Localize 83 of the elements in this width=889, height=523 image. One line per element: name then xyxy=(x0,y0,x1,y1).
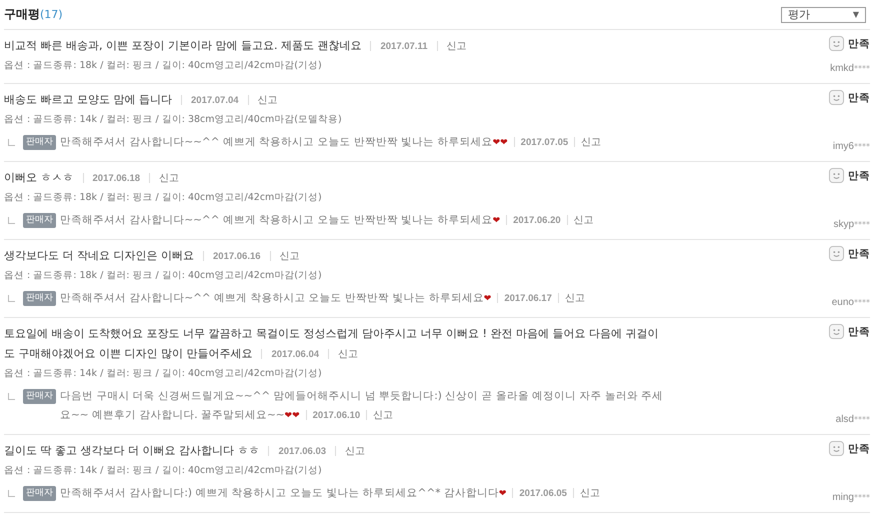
smiley-icon xyxy=(829,441,844,456)
report-link[interactable]: 신고 xyxy=(345,446,366,457)
report-link[interactable]: 신고 xyxy=(564,293,585,304)
review-text: 생각보다도 더 작네요 디자인은 이뻐요 xyxy=(4,249,194,262)
seller-badge: 판매자 xyxy=(23,291,56,306)
username: imy6 xyxy=(832,141,854,152)
seller-badge: 판매자 xyxy=(23,486,56,501)
username-mask: **** xyxy=(854,220,870,229)
reply-text: 만족해주셔서 감사합니다:) 예쁘게 착용하시고 오늘도 빛나는 하루되세요^^* 감사합니다 xyxy=(60,487,499,499)
reply-corner-icon xyxy=(8,139,15,146)
username: euno xyxy=(832,297,854,308)
option-text: 옵션 : 골드종류: 18k / 컬러: 핑크 / 길이: 40cm영고리/42cm마감(기성) xyxy=(4,59,323,73)
review-count: (17) xyxy=(40,8,63,21)
option-text: 옵션 : 골드종류: 14k / 컬러: 핑크 / 길이: 40cm영고리/42cm마감(기성) xyxy=(4,464,323,478)
seller-badge: 판매자 xyxy=(23,213,56,228)
report-link[interactable]: 신고 xyxy=(338,349,358,360)
rating-label: 만족 xyxy=(848,36,870,50)
review-date: 2017.06.03 xyxy=(278,446,326,457)
report-link[interactable]: 신고 xyxy=(258,95,278,106)
section-title: 구매평 xyxy=(4,6,40,23)
smiley-icon xyxy=(829,246,844,261)
review-date: 2017.07.11 xyxy=(380,41,428,52)
reply-text: 요~~ 예쁜후기 감사합니다. 꿀주말되세요~~ xyxy=(60,409,285,421)
reply-corner-icon xyxy=(8,295,15,302)
rating-label: 만족 xyxy=(848,90,870,104)
reply-text: 만족해주셔서 감사합니다~^^ 예쁘게 착용하시고 오늘도 반짝반짝 빛나는 하루되세요 xyxy=(60,292,484,304)
username-mask: **** xyxy=(854,493,870,502)
reply-corner-icon xyxy=(8,393,15,400)
review-date: 2017.06.04 xyxy=(271,349,320,360)
rating-label: 만족 xyxy=(848,442,870,456)
seller-badge: 판매자 xyxy=(23,135,56,150)
smiley-icon xyxy=(829,90,844,105)
username: alsd xyxy=(836,414,854,425)
review-text: 길이도 딱 좋고 생각보다 더 이뻐요 감사합니다 ㅎㅎ xyxy=(4,444,260,457)
heart-icon: ❤ xyxy=(492,216,500,226)
heart-icon: ❤ xyxy=(484,294,492,304)
username-mask: **** xyxy=(854,142,870,151)
username: kmkd xyxy=(830,63,854,74)
reply-corner-icon xyxy=(8,490,15,497)
review-date: 2017.06.16 xyxy=(213,251,261,262)
username: skyp xyxy=(833,219,854,230)
reply-date: 2017.06.17 xyxy=(504,293,552,304)
heart-icon: ❤ xyxy=(498,489,506,499)
report-link[interactable]: 신고 xyxy=(159,173,180,184)
rating-label: 만족 xyxy=(848,246,870,260)
option-text: 옵션 : 골드종류: 18k / 컬러: 핑크 / 길이: 40cm영고리/42cm마감(기성) xyxy=(4,191,323,205)
username: ming xyxy=(832,492,854,503)
review-text: 도 구매해야겠어요 이쁜 디자인 많이 만들어주세요 xyxy=(4,347,252,360)
review-date: 2017.07.04 xyxy=(191,95,239,106)
reply-text: 다음번 구매시 더욱 신경써드릴게요~~^^ 맘에들어해주시니 넘 뿌듯합니다:) 신상이 곧 올라올 예정이니 자주 놀러와 주세 xyxy=(60,390,664,402)
reply-date: 2017.06.05 xyxy=(519,488,567,499)
reply-text: 만족해주셔서 감사합니다~~^^ 예쁘게 착용하시고 오늘도 반짝반짝 빛나는 하루되세요 xyxy=(60,214,493,226)
reply-text: 만족해주셔서 감사합니다~~^^ 예쁘게 착용하시고 오늘도 반짝반짝 빛나는 하루되세요 xyxy=(60,136,493,148)
username-mask: **** xyxy=(854,298,870,307)
reply-date: 2017.07.05 xyxy=(520,137,568,148)
reply-date: 2017.06.20 xyxy=(513,215,561,226)
seller-badge: 판매자 xyxy=(23,389,56,404)
review-text: 토요일에 배송이 도착했어요 포장도 너무 깔끔하고 목걸이도 정성스럽게 담아주시고 너무 이뻐요 ! 완전 마음에 들어요 다음에 귀걸이 xyxy=(4,327,658,340)
review-text: 이뻐오 ㅎㅅㅎ xyxy=(4,171,74,184)
report-link[interactable]: 신고 xyxy=(373,410,394,421)
reply-date: 2017.06.10 xyxy=(312,410,360,421)
rating-label: 만족 xyxy=(848,168,870,182)
heart-icon: ❤❤ xyxy=(492,138,508,148)
report-link[interactable]: 신고 xyxy=(581,137,602,148)
reply-corner-icon xyxy=(8,217,15,224)
review-date: 2017.06.18 xyxy=(92,173,140,184)
review-text: 배송도 빠르고 모양도 맘에 듭니다 xyxy=(4,93,172,106)
username-mask: **** xyxy=(854,415,870,424)
option-text: 옵션 : 골드종류: 18k / 컬러: 핑크 / 길이: 40cm영고리/42cm마감(기성) xyxy=(4,269,323,283)
smiley-icon xyxy=(829,36,844,51)
report-link[interactable]: 신고 xyxy=(574,215,594,226)
report-link[interactable]: 신고 xyxy=(580,488,600,499)
username-mask: **** xyxy=(854,64,870,73)
rating-label: 만족 xyxy=(848,324,870,338)
smiley-icon xyxy=(829,324,844,339)
option-text: 옵션 : 골드종류: 14k / 컬러: 핑크 / 길이: 38cm영고리/40cm마감(모델착용) xyxy=(4,113,343,127)
report-link[interactable]: 신고 xyxy=(446,41,466,52)
report-link[interactable]: 신고 xyxy=(280,251,300,262)
heart-icon: ❤❤ xyxy=(284,411,300,421)
rating-filter-dropdown[interactable]: 평가 ▼ xyxy=(781,6,866,22)
smiley-icon xyxy=(829,168,844,183)
review-text: 비교적 빠른 배송과, 이쁜 포장이 기본이라 맘에 들고요. 제품도 괜찮네요 xyxy=(4,39,362,52)
option-text: 옵션 : 골드종류: 14k / 컬러: 핑크 / 길이: 40cm영고리/42cm마감(기성) xyxy=(4,367,323,381)
